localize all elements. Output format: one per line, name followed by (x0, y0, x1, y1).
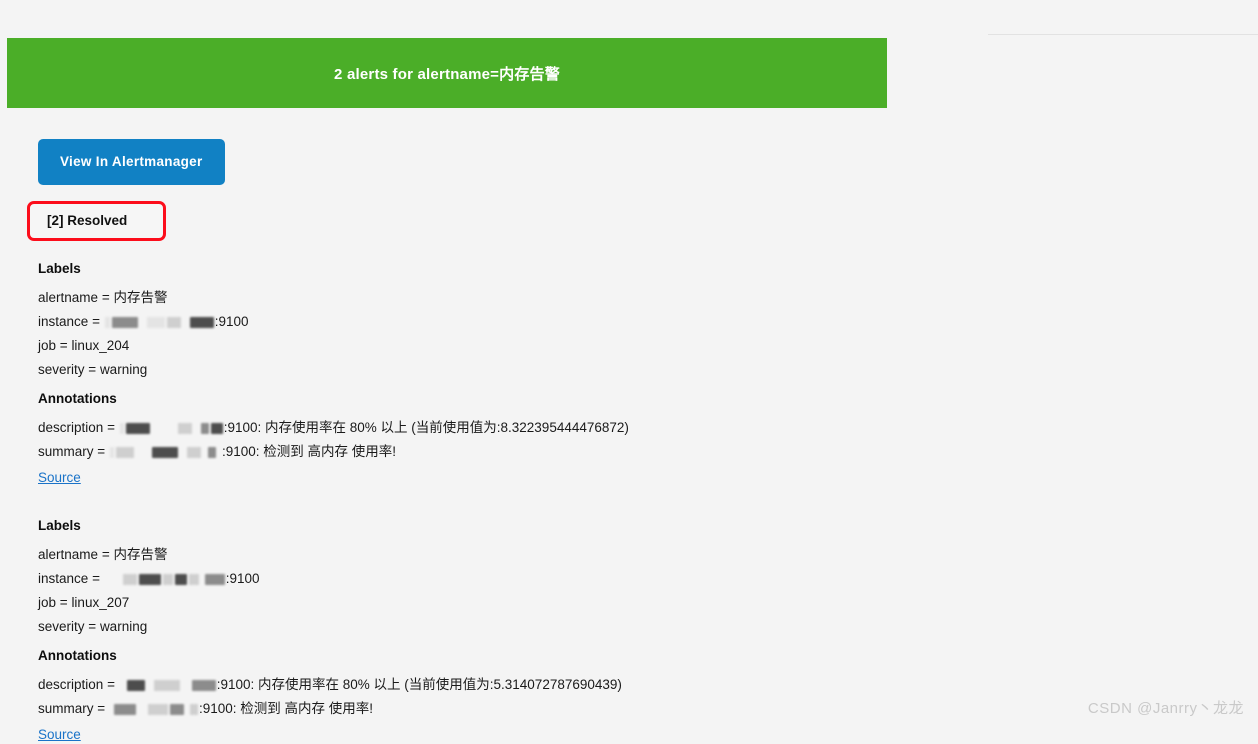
label-key: instance (38, 314, 89, 330)
equals-sign: = (107, 677, 115, 693)
status-area: [2] Resolved (7, 185, 887, 242)
banner-title: 2 alerts for alertname=内存告警 (334, 65, 560, 83)
label-value: 内存告警 (113, 547, 168, 563)
label-value: :9100 (214, 314, 249, 330)
label-row-alertname: alertname = 内存告警 (38, 543, 887, 567)
annotation-row-summary: summary = :9100: 检测到 高内存 使用率! (38, 697, 887, 721)
label-row-job: job = linux_207 (38, 591, 887, 615)
equals-sign: = (101, 290, 110, 306)
annotation-key: summary (38, 444, 94, 460)
label-key: alertname (38, 290, 99, 306)
annotation-row-description: description = :9100: 内存使用率在 80% 以上 (当前使用… (38, 673, 887, 697)
label-key: job (38, 338, 57, 354)
equals-sign: = (88, 362, 97, 378)
label-key: alertname (38, 547, 99, 563)
annotation-value: :9100: 内存使用率在 80% 以上 (当前使用值为:5.314072787… (216, 677, 622, 693)
label-key: severity (38, 362, 85, 378)
cta-area: View In Alertmanager (7, 108, 887, 185)
label-value: :9100 (225, 571, 260, 587)
source-link[interactable]: Source (38, 470, 81, 485)
label-row-severity: severity = warning (38, 358, 887, 382)
label-key: severity (38, 619, 85, 635)
annotation-value: :9100: 内存使用率在 80% 以上 (当前使用值为:8.322395444… (223, 420, 629, 436)
alert-item: Labels alertname = 内存告警 instance = :9100… (38, 259, 887, 487)
label-value: linux_204 (71, 338, 130, 354)
redacted-instance-address (109, 444, 222, 459)
equals-sign: = (59, 338, 68, 354)
label-value: warning (99, 362, 148, 378)
equals-sign: = (88, 619, 97, 635)
redacted-instance-address (119, 420, 224, 435)
redacted-instance-address (104, 314, 215, 329)
equals-sign: = (59, 595, 68, 611)
labels-heading: Labels (38, 518, 81, 534)
label-row-alertname: alertname = 内存告警 (38, 286, 887, 310)
annotation-row-description: description = :9100: 内存使用率在 80% 以上 (当前使用… (38, 416, 887, 440)
annotation-key: description (38, 420, 104, 436)
equals-sign: = (92, 571, 100, 587)
redacted-instance-address (109, 701, 199, 716)
view-in-alertmanager-button[interactable]: View In Alertmanager (38, 139, 225, 185)
annotation-row-summary: summary = :9100: 检测到 高内存 使用率! (38, 440, 887, 464)
status-badge-resolved[interactable]: [2] Resolved (27, 201, 167, 242)
label-value: linux_207 (71, 595, 130, 611)
label-key: instance (38, 571, 89, 587)
label-row-instance: instance = :9100 (38, 567, 887, 591)
alert-body: View In Alertmanager [2] Resolved Labels… (0, 108, 887, 744)
watermark: CSDN @Janrry丶龙龙 (1087, 700, 1244, 717)
annotation-value: :9100: 检测到 高内存 使用率! (198, 701, 373, 717)
source-link[interactable]: Source (38, 727, 81, 742)
alerts-list: Labels alertname = 内存告警 instance = :9100… (7, 241, 887, 744)
equals-sign: = (92, 314, 100, 330)
annotations-heading: Annotations (38, 648, 117, 664)
equals-sign: = (97, 444, 106, 460)
top-divider (988, 34, 1258, 35)
label-row-instance: instance = :9100 (38, 310, 887, 334)
equals-sign: = (97, 701, 106, 717)
redacted-instance-address (104, 571, 226, 586)
equals-sign: = (101, 547, 110, 563)
alert-notification-container: 2 alerts for alertname=内存告警 View In Aler… (0, 0, 887, 744)
redacted-instance-address (119, 677, 217, 692)
labels-heading: Labels (38, 261, 81, 277)
alert-banner: 2 alerts for alertname=内存告警 (7, 38, 887, 108)
equals-sign: = (107, 420, 115, 436)
label-row-severity: severity = warning (38, 615, 887, 639)
annotations-heading: Annotations (38, 391, 117, 407)
annotation-value: :9100: 检测到 高内存 使用率! (221, 444, 396, 460)
label-value: warning (99, 619, 148, 635)
annotation-key: summary (38, 701, 94, 717)
alert-item: Labels alertname = 内存告警 instance = :9100… (38, 516, 887, 744)
annotation-key: description (38, 677, 104, 693)
label-key: job (38, 595, 57, 611)
label-row-job: job = linux_204 (38, 334, 887, 358)
label-value: 内存告警 (113, 290, 168, 306)
